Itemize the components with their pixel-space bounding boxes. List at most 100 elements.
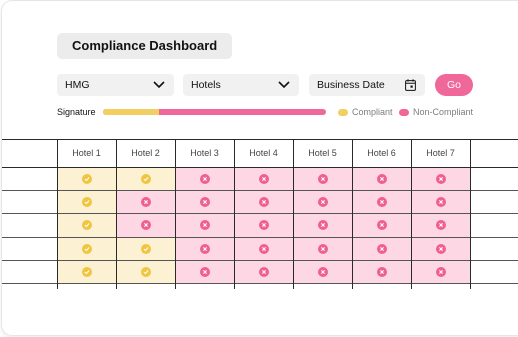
status-cell [235, 168, 293, 191]
cross-icon [318, 243, 328, 254]
legend-compliant-label: Compliant [352, 107, 393, 117]
check-icon [82, 243, 92, 254]
status-cell [235, 260, 293, 283]
status-cell [58, 168, 116, 191]
check-icon [82, 197, 92, 208]
chevron-down-icon [153, 81, 165, 89]
legend-compliant: Compliant [338, 107, 393, 117]
status-cell [58, 260, 116, 283]
status-cell [176, 191, 234, 214]
column-divider [116, 139, 117, 289]
column-header: Hotel 3 [190, 148, 219, 158]
column-divider [470, 139, 471, 289]
cross-icon [141, 220, 151, 231]
cross-icon [259, 243, 269, 254]
cross-icon [200, 174, 210, 185]
business-date-placeholder: Business Date [317, 79, 385, 91]
brand-select-value: HMG [65, 79, 90, 91]
status-cell [353, 191, 411, 214]
status-cell [294, 214, 352, 237]
status-cell [412, 260, 470, 283]
status-cell [235, 191, 293, 214]
business-date-field[interactable]: Business Date [309, 74, 425, 96]
cross-icon [259, 220, 269, 231]
column-header: Hotel 6 [367, 148, 396, 158]
dashboard-card: Compliance Dashboard HMG Hotels Business… [2, 1, 518, 335]
status-cell [176, 237, 234, 260]
column-divider [293, 139, 294, 289]
status-cell [176, 214, 234, 237]
check-icon [82, 174, 92, 185]
calendar-icon [405, 79, 416, 91]
cross-icon [318, 174, 328, 185]
status-cell [412, 168, 470, 191]
cross-icon [436, 174, 446, 185]
property-select-value: Hotels [191, 79, 221, 91]
cross-icon [318, 266, 328, 277]
status-cell [412, 214, 470, 237]
status-cell [353, 260, 411, 283]
cross-icon [377, 174, 387, 185]
go-button[interactable]: Go [435, 74, 473, 96]
cross-icon [259, 174, 269, 185]
cross-icon [318, 220, 328, 231]
status-cell [117, 191, 175, 214]
cross-icon [200, 266, 210, 277]
status-cell [117, 260, 175, 283]
column-divider [352, 139, 353, 289]
column-header: Hotel 5 [308, 148, 337, 158]
legend-non-compliant-label: Non-Compliant [413, 107, 474, 117]
cross-icon [436, 220, 446, 231]
property-select[interactable]: Hotels [183, 74, 299, 96]
cross-icon [377, 243, 387, 254]
legend-non-compliant: Non-Compliant [399, 107, 473, 117]
status-cell [235, 237, 293, 260]
check-icon [141, 243, 151, 254]
status-cell [176, 168, 234, 191]
page-title: Compliance Dashboard [57, 33, 233, 59]
status-cell [353, 237, 411, 260]
status-cell [353, 168, 411, 191]
status-cell [412, 191, 470, 214]
cross-icon [141, 197, 151, 208]
cross-icon [318, 197, 328, 208]
status-cell [294, 191, 352, 214]
cross-icon [436, 266, 446, 277]
column-header: Hotel 4 [249, 148, 278, 158]
status-cell [117, 168, 175, 191]
cross-icon [377, 197, 387, 208]
chevron-down-icon [278, 81, 290, 89]
compliant-legend-swatch [338, 108, 348, 116]
cross-icon [436, 197, 446, 208]
cross-icon [436, 243, 446, 254]
cross-icon [200, 197, 210, 208]
status-cell [117, 237, 175, 260]
column-divider [175, 139, 176, 289]
check-icon [141, 174, 151, 185]
status-cell [176, 260, 234, 283]
cross-icon [200, 243, 210, 254]
status-cell [117, 214, 175, 237]
brand-select[interactable]: HMG [57, 74, 174, 96]
non-compliant-legend-swatch [399, 108, 409, 116]
status-cell [58, 214, 116, 237]
signature-label: Signature [57, 107, 96, 117]
column-header: Hotel 1 [72, 148, 101, 158]
column-header: Hotel 2 [131, 148, 160, 158]
status-cell [412, 237, 470, 260]
cross-icon [377, 220, 387, 231]
cross-icon [259, 197, 269, 208]
status-cell [58, 237, 116, 260]
status-cell [294, 237, 352, 260]
status-cell [58, 191, 116, 214]
column-divider [57, 139, 58, 289]
cross-icon [259, 266, 269, 277]
column-header: Hotel 7 [426, 148, 455, 158]
status-cell [294, 260, 352, 283]
signature-compliant-fill [103, 109, 159, 115]
status-cell [294, 168, 352, 191]
row-divider [2, 283, 518, 284]
check-icon [82, 220, 92, 231]
status-cell [235, 214, 293, 237]
cross-icon [200, 220, 210, 231]
